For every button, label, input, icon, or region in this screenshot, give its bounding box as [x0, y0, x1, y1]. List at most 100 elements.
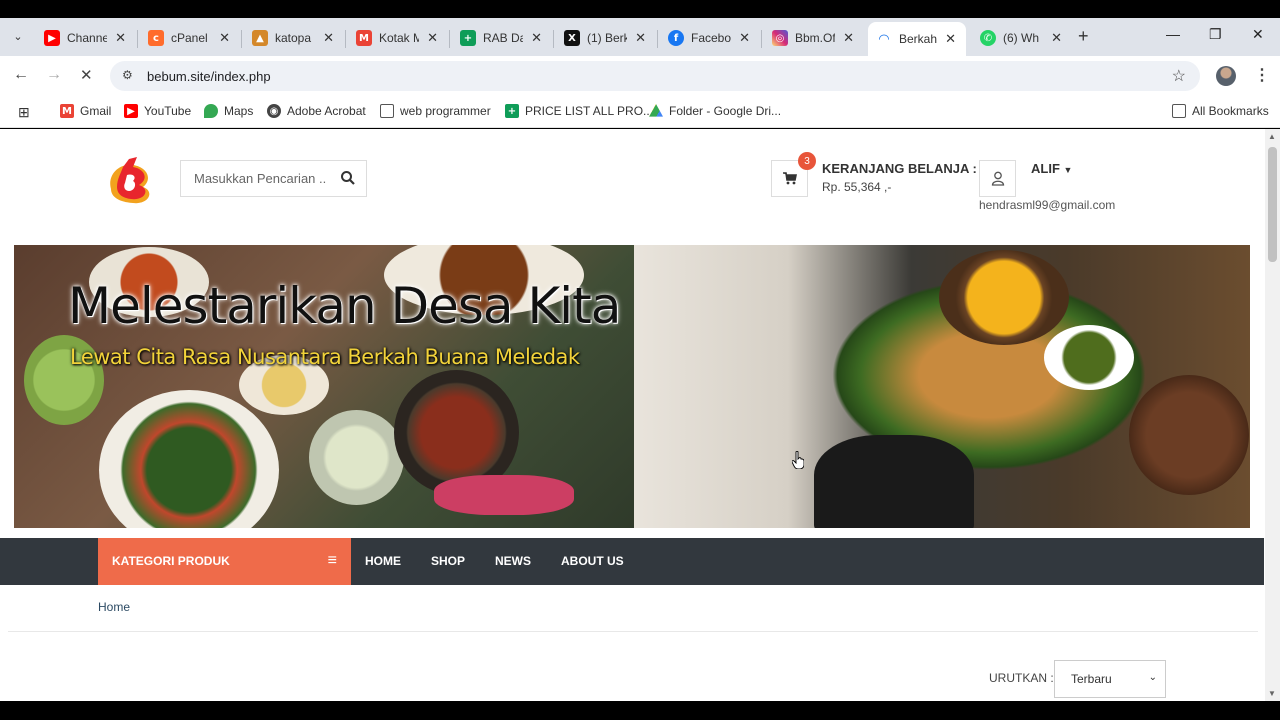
apps-grid-icon[interactable]: ⊞ — [18, 104, 30, 121]
cart-icon — [782, 172, 797, 185]
profile-avatar[interactable] — [1216, 66, 1236, 86]
forward-arrow-icon[interactable]: → — [46, 66, 62, 84]
katopa-icon: ▲ — [252, 30, 268, 46]
tab-berkah-active[interactable]: ◠ Berkah ✕ — [868, 22, 966, 56]
search-input[interactable] — [181, 161, 331, 196]
breadcrumb-home[interactable]: Home — [98, 600, 130, 614]
banner-title: Melestarikan Desa Kita — [68, 277, 621, 335]
chevron-down-icon: ⌄ — [1148, 672, 1157, 683]
cart-total: Rp. 55,364 ,- — [822, 180, 892, 194]
nav-shop[interactable]: SHOP — [431, 554, 465, 568]
whatsapp-icon: ✆ — [980, 30, 996, 46]
tab-cpanel[interactable]: c cPanel ✕ — [148, 22, 236, 54]
search-box — [180, 160, 367, 197]
minimize-icon[interactable]: — — [1166, 26, 1180, 42]
close-icon[interactable]: ✕ — [427, 30, 438, 46]
user-menu-toggle[interactable]: ALIF ▼ — [1031, 161, 1072, 176]
banner-food-photo-right — [634, 245, 1250, 528]
tab-rab[interactable]: + RAB Da ✕ — [460, 22, 548, 54]
window-close-icon[interactable]: ✕ — [1252, 26, 1264, 43]
bookmark-price-list[interactable]: + PRICE LIST ALL PRO... — [505, 104, 653, 118]
youtube-icon: ▶ — [44, 30, 60, 46]
sort-label: URUTKAN : — [989, 671, 1054, 685]
screen: ⌄ ▶ Channe ✕ c cPanel ✕ ▲ katopa ✕ M Kot… — [0, 0, 1280, 720]
banner-subtitle: Lewat Cita Rasa Nusantara Berkah Buana M… — [70, 345, 580, 369]
tab-kotak-masuk[interactable]: M Kotak M ✕ — [356, 22, 444, 54]
user-email: hendrasml99@gmail.com — [979, 198, 1116, 212]
site-logo[interactable] — [103, 153, 159, 205]
close-icon[interactable]: ✕ — [635, 30, 646, 46]
tab-x-berkah[interactable]: X (1) Berk ✕ — [564, 22, 652, 54]
tab-channel[interactable]: ▶ Channe ✕ — [44, 22, 132, 54]
cart-count-badge: 3 — [798, 152, 816, 170]
sheets-icon: + — [460, 30, 476, 46]
scroll-down-arrow-icon[interactable]: ▼ — [1268, 689, 1276, 698]
bookmark-google-drive[interactable]: Folder - Google Dri... — [649, 104, 781, 118]
close-icon[interactable]: ✕ — [531, 30, 542, 46]
sheets-icon: + — [505, 104, 519, 118]
url-text[interactable]: bebum.site/index.php — [147, 69, 271, 84]
hamburger-menu-icon: ≡ — [327, 552, 337, 569]
hero-banner[interactable]: Melestarikan Desa Kita Lewat Cita Rasa N… — [14, 245, 1250, 528]
close-icon[interactable]: ✕ — [945, 31, 956, 47]
bookmark-star-icon[interactable]: ☆ — [1172, 66, 1186, 86]
bookmarks-bar: ⊞ M Gmail ▶ YouTube Maps ◉ Adobe Acrobat… — [0, 96, 1280, 128]
tab-katopa[interactable]: ▲ katopa ✕ — [252, 22, 340, 54]
category-menu-button[interactable]: KATEGORI PRODUK ≡ — [98, 538, 351, 585]
close-icon[interactable]: ✕ — [219, 30, 230, 46]
maps-icon — [204, 104, 218, 118]
page-scrollbar[interactable]: ▲ ▼ — [1265, 129, 1280, 701]
main-navbar: KATEGORI PRODUK ≡ HOME SHOP NEWS ABOUT U… — [0, 538, 1264, 585]
tab-search-chevron-icon[interactable]: ⌄ — [6, 24, 30, 48]
youtube-icon: ▶ — [124, 104, 138, 118]
close-icon[interactable]: ✕ — [1051, 30, 1062, 46]
close-icon[interactable]: ✕ — [115, 30, 126, 46]
close-icon[interactable]: ✕ — [843, 30, 854, 46]
instagram-icon: ◎ — [772, 30, 788, 46]
address-bar[interactable]: ⚙ bebum.site/index.php ☆ — [110, 61, 1200, 91]
gmail-icon: M — [60, 104, 74, 118]
nav-about-us[interactable]: ABOUT US — [561, 554, 624, 568]
drive-icon — [649, 104, 663, 117]
mouse-cursor-hand-icon — [792, 451, 804, 469]
new-tab-plus-icon[interactable]: + — [1078, 26, 1089, 47]
nav-home[interactable]: HOME — [365, 554, 401, 568]
cpanel-icon: c — [148, 30, 164, 46]
x-icon: X — [564, 30, 580, 46]
back-arrow-icon[interactable]: ← — [13, 66, 29, 84]
browser-tab-strip: ⌄ ▶ Channe ✕ c cPanel ✕ ▲ katopa ✕ M Kot… — [0, 18, 1280, 56]
gmail-icon: M — [356, 30, 372, 46]
site-settings-icon[interactable]: ⚙ — [122, 68, 133, 82]
scroll-up-arrow-icon[interactable]: ▲ — [1268, 132, 1276, 141]
acrobat-icon: ◉ — [267, 104, 281, 118]
sort-select[interactable]: Terbaru ⌄ — [1054, 660, 1166, 698]
bookmark-maps[interactable]: Maps — [204, 104, 253, 118]
stop-loading-icon[interactable]: ✕ — [80, 66, 93, 84]
folder-icon — [1172, 104, 1186, 118]
bookmark-youtube[interactable]: ▶ YouTube — [124, 104, 191, 118]
browser-menu-icon[interactable]: ⋮ — [1254, 65, 1270, 85]
tab-instagram[interactable]: ◎ Bbm.Of ✕ — [772, 22, 860, 54]
nav-news[interactable]: NEWS — [495, 554, 531, 568]
folder-icon — [380, 104, 394, 118]
tab-facebook[interactable]: f Facebo ✕ — [668, 22, 756, 54]
bookmark-acrobat[interactable]: ◉ Adobe Acrobat — [267, 104, 366, 118]
facebook-icon: f — [668, 30, 684, 46]
bookmark-gmail[interactable]: M Gmail — [60, 104, 111, 118]
user-account-button[interactable] — [979, 160, 1016, 197]
loading-icon: ◠ — [879, 31, 889, 47]
close-icon[interactable]: ✕ — [323, 30, 334, 46]
browser-toolbar: ← → ✕ ⚙ bebum.site/index.php ☆ ⋮ — [0, 56, 1280, 96]
search-icon[interactable] — [340, 170, 356, 186]
close-icon[interactable]: ✕ — [739, 30, 750, 46]
web-page: 3 KERANJANG BELANJA : Rp. 55,364 ,- ALIF… — [0, 129, 1280, 701]
cart-title: KERANJANG BELANJA : — [822, 161, 977, 176]
restore-icon[interactable]: ❐ — [1209, 26, 1222, 43]
bookmark-web-programmer[interactable]: web programmer — [380, 104, 491, 118]
scroll-thumb[interactable] — [1268, 147, 1277, 262]
all-bookmarks[interactable]: All Bookmarks — [1172, 104, 1269, 118]
tab-whatsapp[interactable]: ✆ (6) Wh ✕ — [980, 22, 1068, 54]
divider — [8, 631, 1258, 632]
caret-down-icon: ▼ — [1063, 165, 1073, 175]
user-icon — [991, 171, 1004, 186]
